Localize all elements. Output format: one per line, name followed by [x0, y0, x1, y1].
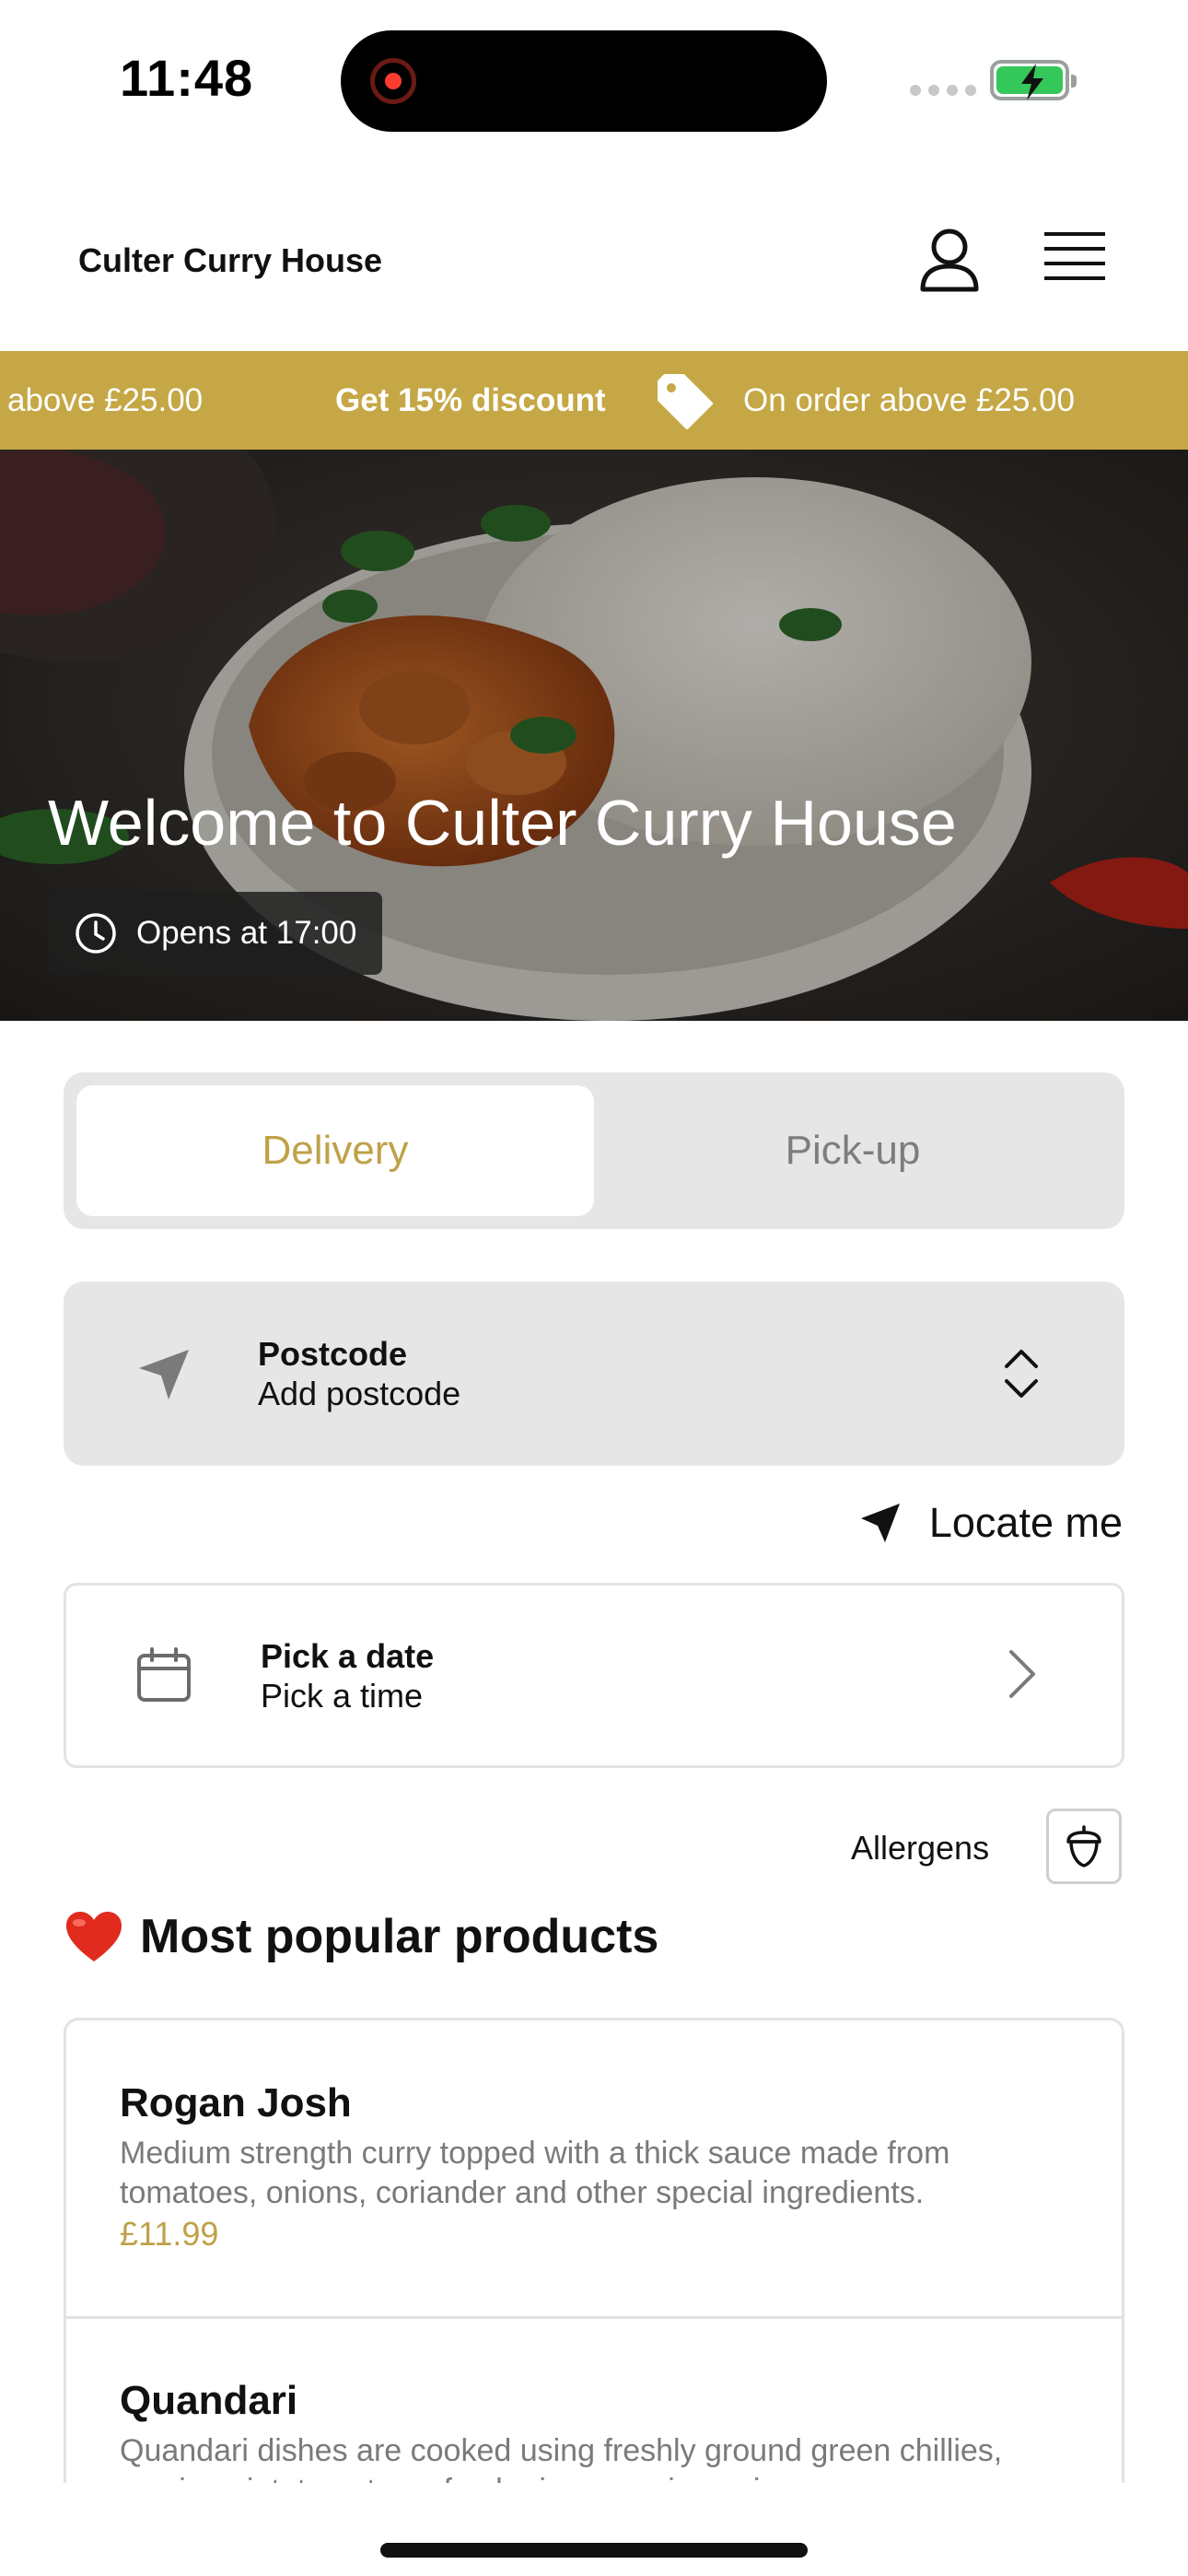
- clock-icon: [76, 913, 116, 954]
- acorn-icon: [1066, 1825, 1101, 1868]
- promo-condition: On order above £25.00: [743, 382, 1075, 418]
- delivery-tab[interactable]: Delivery: [76, 1085, 594, 1216]
- promo-condition-fragment: above £25.00: [7, 382, 204, 418]
- opening-hours-text: Opens at 17:00: [136, 915, 357, 951]
- hero-banner: Welcome to Culter Curry House Opens at 1…: [0, 450, 1188, 1021]
- postcode-value: Add postcode: [258, 1375, 461, 1412]
- price-tag-icon: [658, 374, 713, 429]
- locate-arrow-icon: [860, 1504, 900, 1542]
- chevron-up-down-icon: [1005, 1350, 1038, 1398]
- locate-me-button[interactable]: Locate me: [859, 1499, 1123, 1547]
- app-header: Culter Curry House: [0, 184, 1188, 350]
- discount-banner: above £25.00 Get 15% discount On order a…: [0, 351, 1188, 450]
- pick-date-label: Pick a date: [261, 1637, 435, 1675]
- heart-icon: [66, 1912, 122, 1961]
- status-time: 11:48: [120, 49, 254, 107]
- allergens-button[interactable]: [1046, 1809, 1122, 1884]
- date-time-picker[interactable]: Pick a date Pick a time: [64, 1583, 1124, 1768]
- product-description: Medium strength curry topped with a thic…: [120, 2136, 950, 2210]
- hero-title: Welcome to Culter Curry House: [48, 787, 957, 859]
- restaurant-name[interactable]: Culter Curry House: [78, 241, 382, 280]
- dynamic-island: [341, 30, 827, 132]
- locate-me-label: Locate me: [928, 1499, 1123, 1546]
- product-price: £11.99: [120, 2215, 219, 2253]
- product-divider: [66, 2316, 1122, 2319]
- calendar-icon: [137, 1647, 191, 1702]
- cellular-signal-icon: [910, 85, 976, 96]
- pick-time-label: Pick a time: [261, 1677, 424, 1715]
- location-arrow-icon: [139, 1350, 189, 1399]
- pickup-tab[interactable]: Pick-up: [594, 1085, 1112, 1216]
- status-bar: 11:48: [0, 0, 1188, 161]
- promo-headline: Get 15% discount: [335, 382, 606, 418]
- postcode-label: Postcode: [258, 1335, 408, 1373]
- battery-charging-icon: [990, 60, 1077, 100]
- hamburger-menu-icon[interactable]: [1044, 230, 1105, 286]
- bottom-safe-area: [0, 2483, 1188, 2576]
- postcode-selector[interactable]: Postcode Add postcode: [64, 1282, 1124, 1466]
- user-account-icon[interactable]: [917, 227, 982, 293]
- chevron-right-icon: [1009, 1650, 1035, 1698]
- popular-section-title: Most popular products: [64, 1909, 658, 1964]
- order-mode-toggle: Delivery Pick-up: [64, 1072, 1124, 1229]
- opening-hours-badge: Opens at 17:00: [48, 892, 383, 975]
- home-indicator[interactable]: [380, 2543, 808, 2558]
- screen-recording-icon: [370, 58, 416, 104]
- product-card[interactable]: Rogan Josh Medium strength curry topped …: [66, 2080, 1122, 2254]
- product-name: Quandari: [120, 2378, 298, 2423]
- product-name: Rogan Josh: [120, 2080, 352, 2125]
- allergens-label: Allergens: [851, 1829, 990, 1867]
- popular-title-text: Most popular products: [140, 1910, 659, 1963]
